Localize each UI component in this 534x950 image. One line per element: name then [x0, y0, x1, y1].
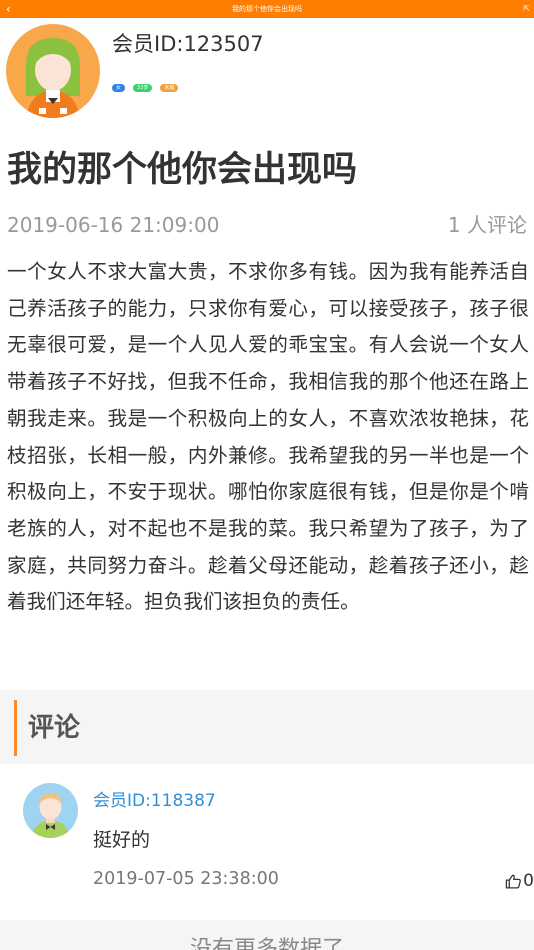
- comments-section-title: 评论: [28, 713, 81, 743]
- section-accent-bar: [14, 700, 17, 756]
- age-badge: 33岁: [133, 84, 153, 92]
- comment-text: 挺好的: [93, 829, 151, 851]
- author-badges: 女 33岁 未婚: [112, 84, 179, 92]
- author-name[interactable]: 会员ID:123507: [112, 30, 264, 58]
- like-count: 0: [523, 871, 534, 891]
- share-icon[interactable]: ⇱: [523, 2, 530, 16]
- post-date: 2019-06-16 21:09:00: [7, 213, 220, 237]
- post-body: 一个女人不求大富大贵，不求你多有钱。因为我有能养活自己养活孩子的能力，只求你有爱…: [7, 260, 529, 614]
- comment-count: 1 人评论: [447, 213, 527, 237]
- no-more-data-text: 没有更多数据了: [189, 937, 344, 950]
- comment-username[interactable]: 会员ID:118387: [93, 789, 216, 813]
- thumbs-up-icon[interactable]: [505, 873, 522, 890]
- post-title: 我的那个他你会出现吗: [7, 150, 358, 190]
- top-navigation-bar: ‹ 我的那个他你会出现吗 ⇱: [0, 0, 534, 18]
- nav-title: 我的那个他你会出现吗: [232, 5, 302, 13]
- footer-bar: 没有更多数据了: [0, 920, 534, 950]
- male-avatar-icon[interactable]: [23, 783, 78, 838]
- marital-badge: 未婚: [160, 84, 179, 92]
- like-button[interactable]: 0: [505, 870, 534, 892]
- comments-header: [0, 690, 534, 764]
- female-avatar-icon[interactable]: [6, 24, 100, 118]
- gender-badge: 女: [112, 84, 126, 92]
- comment-date: 2019-07-05 23:38:00: [93, 869, 279, 889]
- back-icon[interactable]: ‹: [6, 1, 11, 17]
